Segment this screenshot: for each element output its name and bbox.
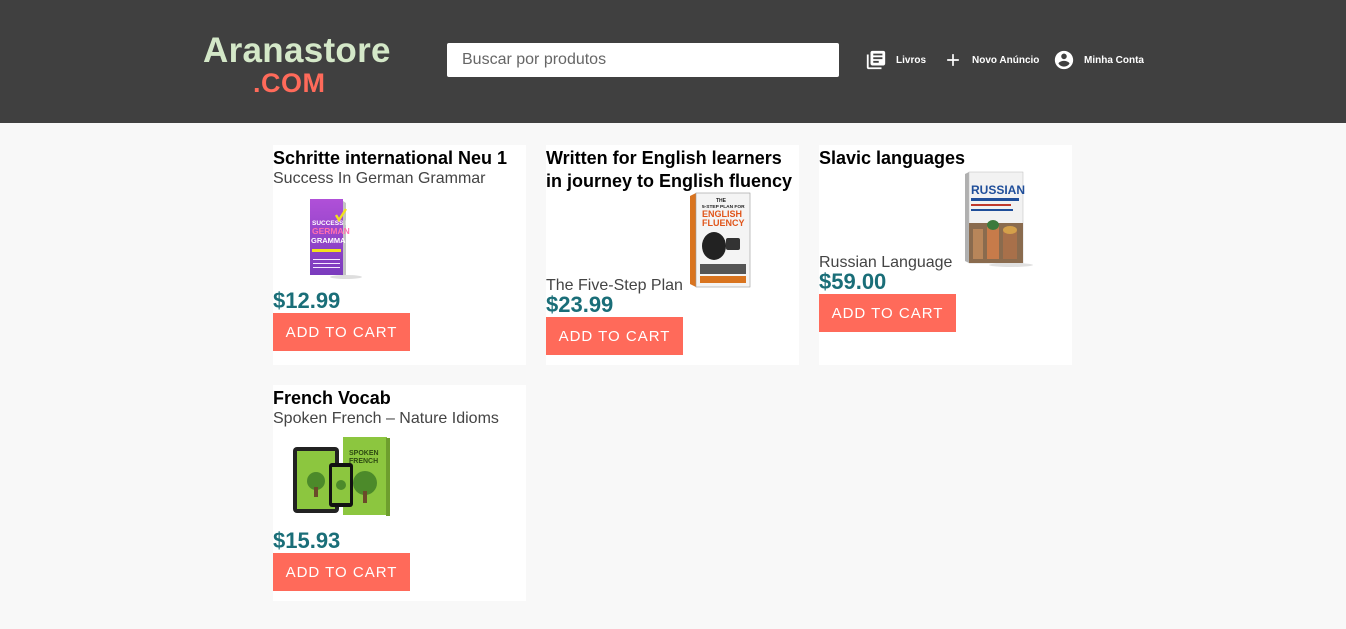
product-title: Slavic languages <box>819 148 966 168</box>
nav-minha-conta-label: Minha Conta <box>1084 54 1144 66</box>
search-input[interactable] <box>447 43 839 77</box>
product-price: $12.99 <box>273 288 341 313</box>
product-cover-image[interactable]: SPOKEN FRENCH <box>291 435 395 519</box>
product-price: $23.99 <box>546 292 614 317</box>
product-subtitle: Success In German Grammar <box>273 170 486 187</box>
plus-icon <box>943 50 963 70</box>
site-header: Aranastore .COM Livros Novo Anúncio Minh… <box>0 0 1346 123</box>
product-cover-image[interactable]: SUCCESS IN GERMAN GRAMMAR <box>306 197 376 279</box>
svg-text:RUSSIAN: RUSSIAN <box>971 183 1025 197</box>
library-books-icon <box>865 49 887 71</box>
add-to-cart-button[interactable]: ADD TO CART <box>546 317 683 355</box>
product-card: Written for English learners in journey … <box>546 145 799 365</box>
nav-novo-anuncio-label: Novo Anúncio <box>972 54 1040 66</box>
svg-text:FLUENCY: FLUENCY <box>702 218 745 228</box>
product-title: Schritte international Neu 1 <box>273 148 508 168</box>
product-card: Slavic languages RUSSIAN Russian Languag… <box>819 145 1072 365</box>
svg-text:GERMAN: GERMAN <box>312 226 350 236</box>
nav-novo-anuncio[interactable]: Novo Anúncio <box>943 49 1039 71</box>
add-to-cart-button[interactable]: ADD TO CART <box>273 313 410 351</box>
product-price: $59.00 <box>819 269 887 294</box>
add-to-cart-button[interactable]: ADD TO CART <box>819 294 956 332</box>
logo-main-text: Aranastore <box>203 31 391 70</box>
product-title: French Vocab <box>273 388 391 408</box>
product-cover-image[interactable]: RUSSIAN <box>963 171 1039 267</box>
svg-text:THE: THE <box>716 198 727 204</box>
account-circle-icon <box>1053 49 1075 71</box>
product-card: French Vocab Spoken French – Nature Idio… <box>273 385 526 601</box>
svg-text:SPOKEN: SPOKEN <box>349 450 379 457</box>
nav-livros[interactable]: Livros <box>865 49 926 71</box>
svg-text:FRENCH: FRENCH <box>349 458 378 465</box>
svg-text:GRAMMAR: GRAMMAR <box>311 236 352 245</box>
product-title: Written for English learners in journey … <box>546 148 793 191</box>
nav-minha-conta[interactable]: Minha Conta <box>1053 49 1144 71</box>
product-price: $15.93 <box>273 528 341 553</box>
product-subtitle: Spoken French – Nature Idioms <box>273 410 499 427</box>
site-logo[interactable]: Aranastore .COM <box>203 31 393 98</box>
product-card: Schritte international Neu 1 Success In … <box>273 145 526 365</box>
product-cover-image[interactable]: THE 5-STEP PLAN FOR ENGLISH FLUENCY <box>688 192 756 290</box>
logo-sub-text: .COM <box>253 68 326 98</box>
nav-livros-label: Livros <box>896 54 927 66</box>
add-to-cart-button[interactable]: ADD TO CART <box>273 553 410 591</box>
